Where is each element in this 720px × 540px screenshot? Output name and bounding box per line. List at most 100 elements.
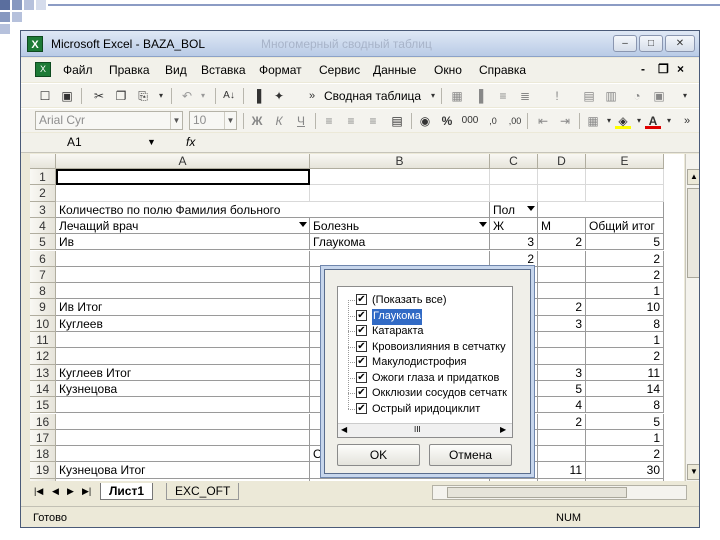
grid-cell[interactable] xyxy=(56,348,310,365)
menu-help[interactable]: Справка xyxy=(479,63,526,77)
grid-cell[interactable]: 1 xyxy=(586,283,664,300)
scroll-thumb[interactable]: III xyxy=(414,425,421,434)
row-header[interactable]: 11 xyxy=(30,332,56,349)
undo-icon[interactable]: ↶ xyxy=(179,88,195,104)
grid-cell[interactable]: Ж xyxy=(490,217,538,235)
last-sheet-icon[interactable]: ▶| xyxy=(82,486,91,497)
grid-cell[interactable]: 5 xyxy=(538,380,586,398)
grid-cell[interactable]: 7 xyxy=(490,478,538,481)
align-right-icon[interactable]: ≡ xyxy=(365,113,381,129)
filter-item-label[interactable]: Катаракта xyxy=(372,324,424,340)
toolbar-more-icon[interactable]: » xyxy=(679,113,695,129)
filter-item-label[interactable]: Макулодистрофия xyxy=(372,355,467,371)
filter-dropdown-icon[interactable] xyxy=(479,221,487,227)
grid-cell[interactable] xyxy=(56,250,310,267)
grid-cell[interactable]: 1 xyxy=(586,429,664,447)
menu-format[interactable]: Формат xyxy=(259,63,302,77)
grid-cell[interactable] xyxy=(490,185,538,202)
cut-icon[interactable]: ✂ xyxy=(91,88,107,104)
first-sheet-icon[interactable]: |◀ xyxy=(34,486,43,497)
drawing-icon[interactable]: ✦ xyxy=(271,88,287,104)
grid-cell[interactable]: 2 xyxy=(490,250,538,267)
grid-cell[interactable]: Ив Итог xyxy=(56,299,310,316)
row-header[interactable]: 17 xyxy=(30,429,56,447)
grid-cell[interactable]: П xyxy=(56,478,310,481)
grid-cell[interactable] xyxy=(56,397,310,414)
grid-cell[interactable]: 2 xyxy=(586,446,664,463)
column-header[interactable]: A xyxy=(56,154,310,169)
select-all-corner[interactable] xyxy=(30,154,56,169)
increase-decimal-icon[interactable]: ,0 xyxy=(485,113,501,129)
grid-cell[interactable] xyxy=(538,283,586,300)
grid-cell[interactable] xyxy=(538,266,586,284)
grid-cell[interactable]: Кузнецова Итог xyxy=(56,462,310,479)
chevron-down-icon[interactable]: ▼ xyxy=(170,112,182,129)
show-detail-icon[interactable]: ≣ xyxy=(517,88,533,104)
grid-cell[interactable]: Пол xyxy=(490,201,538,218)
chevron-down-icon[interactable]: ▼ xyxy=(147,134,156,151)
name-box[interactable]: A1 ▼ xyxy=(59,134,159,151)
column-header[interactable]: C xyxy=(490,154,538,169)
row-header[interactable]: 19 xyxy=(30,462,56,479)
grid-cell[interactable]: 2 xyxy=(586,348,664,365)
scroll-thumb[interactable] xyxy=(447,487,627,498)
chart-wizard-icon[interactable]: ▐ xyxy=(249,88,265,104)
filter-item-label[interactable]: Острый иридоциклит xyxy=(372,402,480,418)
scroll-left-icon[interactable]: ◀ xyxy=(341,425,347,434)
menu-file[interactable]: Файл xyxy=(63,63,93,77)
pivot-chart-icon[interactable]: ▐ xyxy=(471,88,487,104)
grid-cell[interactable]: 8 xyxy=(586,397,664,414)
borders-icon[interactable]: ▦ xyxy=(585,113,601,129)
grid-cell[interactable]: 10 xyxy=(586,478,664,481)
bold-button[interactable]: Ж xyxy=(249,113,265,129)
pivot-dropdown-icon[interactable]: ▾ xyxy=(425,88,441,104)
row-header[interactable]: 13 xyxy=(30,364,56,381)
row-header[interactable]: 20 xyxy=(30,478,56,481)
increase-indent-icon[interactable]: ⇥ xyxy=(557,113,573,129)
save-icon[interactable]: ▣ xyxy=(59,88,75,104)
grid-cell[interactable]: Общий итог xyxy=(586,217,664,235)
grid-cell[interactable]: 3 xyxy=(538,364,586,381)
hide-detail-icon[interactable]: ≡ xyxy=(495,88,511,104)
horizontal-scrollbar[interactable] xyxy=(432,485,687,500)
column-header[interactable]: E xyxy=(586,154,664,169)
italic-button[interactable]: К xyxy=(271,113,287,129)
font-color-dropdown-icon[interactable]: ▾ xyxy=(661,113,677,129)
prev-sheet-icon[interactable]: ◀ xyxy=(52,486,59,497)
grid-cell[interactable] xyxy=(538,446,586,463)
row-header[interactable]: 10 xyxy=(30,315,56,332)
maximize-button[interactable]: □ xyxy=(639,35,663,52)
grid-cell[interactable] xyxy=(538,348,586,365)
scroll-down-icon[interactable]: ▼ xyxy=(687,464,699,480)
undo-dropdown-icon[interactable]: ▾ xyxy=(195,88,211,104)
filter-checkbox[interactable]: ✔ xyxy=(356,325,367,336)
new-file-icon[interactable]: ☐ xyxy=(37,88,53,104)
grid-cell[interactable] xyxy=(586,169,664,186)
scroll-thumb[interactable] xyxy=(687,188,699,278)
ok-button[interactable]: OK xyxy=(337,444,420,466)
decrease-decimal-icon[interactable]: ,00 xyxy=(507,113,523,129)
grid-cell[interactable]: 5 xyxy=(586,234,664,251)
formula-input[interactable] xyxy=(211,135,691,151)
align-left-icon[interactable]: ≡ xyxy=(321,113,337,129)
pivot-wizard-icon[interactable]: ◔ xyxy=(629,88,645,104)
toolbar-end-icon[interactable]: ▾ xyxy=(677,88,693,104)
grid-cell[interactable]: Количество по полю Фамилия больного xyxy=(56,201,490,218)
grid-cell[interactable]: Г xyxy=(310,478,490,481)
next-sheet-icon[interactable]: ▶ xyxy=(67,486,74,497)
minimize-button[interactable]: ‒ xyxy=(613,35,637,52)
grid-cell[interactable] xyxy=(538,185,586,202)
pivot-table-menu[interactable]: Сводная таблица xyxy=(324,89,421,103)
active-cell[interactable] xyxy=(56,169,310,186)
row-header[interactable]: 2 xyxy=(30,185,56,202)
grid-cell[interactable]: 2 xyxy=(586,250,664,267)
grid-cell[interactable] xyxy=(490,169,538,186)
cancel-button[interactable]: Отмена xyxy=(429,444,512,466)
grid-cell[interactable]: Глаукома xyxy=(310,234,490,251)
menu-edit[interactable]: Правка xyxy=(109,63,150,77)
grid-cell[interactable] xyxy=(56,429,310,447)
grid-cell[interactable] xyxy=(56,446,310,463)
grid-cell[interactable]: 1 xyxy=(586,332,664,349)
row-header[interactable]: 9 xyxy=(30,299,56,316)
menu-window[interactable]: Окно xyxy=(434,63,462,77)
